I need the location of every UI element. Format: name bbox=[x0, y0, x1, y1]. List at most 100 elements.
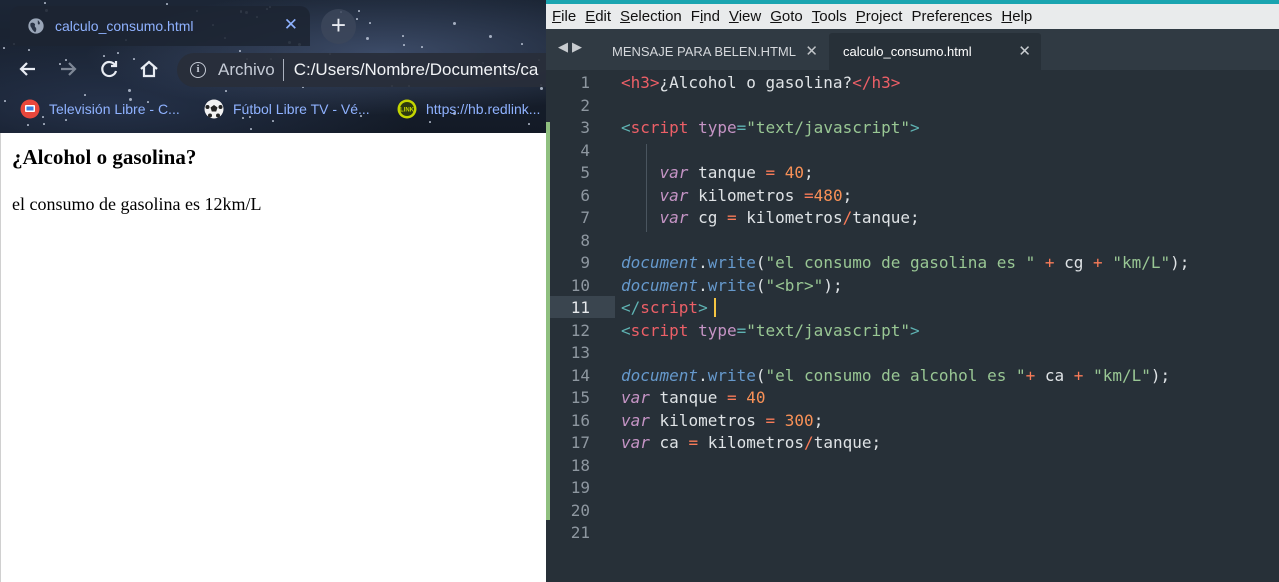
line-number: 3 bbox=[580, 118, 590, 137]
star-dot bbox=[453, 22, 456, 25]
code-token: "el consumo de alcohol es " bbox=[765, 365, 1026, 385]
menu-item[interactable]: Preferences bbox=[911, 8, 992, 25]
code-token: "text/javascript" bbox=[746, 118, 911, 137]
code-token: < bbox=[621, 320, 631, 340]
code-line: 15 var tanque = 40 bbox=[546, 387, 1279, 409]
menu-item-mnemonic: G bbox=[770, 8, 782, 25]
code-token: > bbox=[910, 320, 920, 340]
arrow-right-icon bbox=[61, 62, 77, 76]
code-line: 10 document.write("<br>"); bbox=[546, 275, 1279, 297]
page-output-text: el consumo de gasolina es 12km/L bbox=[12, 194, 262, 214]
bookmark-item[interactable]: Televisión Libre - C... bbox=[20, 99, 180, 119]
code-token: type bbox=[688, 118, 737, 137]
line-number: 6 bbox=[580, 185, 590, 205]
editor-tab-label: calculo_consumo.html bbox=[843, 44, 972, 59]
line-number: 16 bbox=[570, 410, 590, 430]
code-text: <script type="text/javascript"> bbox=[621, 320, 920, 342]
star-dot bbox=[366, 37, 369, 40]
forward-button[interactable] bbox=[56, 58, 80, 82]
code-editor-window: File Edit Selection Find View Goto Tools Projec… bbox=[546, 0, 1279, 582]
menu-item-text: F bbox=[690, 8, 700, 25]
code-token: script bbox=[630, 320, 689, 340]
code-token: var bbox=[621, 388, 650, 407]
menu-item[interactable]: Find bbox=[691, 8, 720, 25]
menu-item[interactable]: Project bbox=[856, 8, 903, 25]
code-token: 300 bbox=[784, 410, 814, 430]
menu-item[interactable]: View bbox=[729, 8, 761, 25]
menu-item-text: oto bbox=[781, 8, 803, 25]
info-icon[interactable]: i bbox=[190, 62, 206, 78]
tv-icon bbox=[20, 99, 40, 119]
line-number: 21 bbox=[570, 523, 590, 542]
code-line: 7 var cg = kilometros/tanque; bbox=[546, 207, 1279, 229]
star-dot bbox=[44, 2, 46, 4]
address-url[interactable]: C:/Users/Nombre/Documents/ca bbox=[294, 60, 539, 80]
editor-tab-close-button[interactable]: ✕ bbox=[1018, 42, 1031, 60]
menu-item[interactable]: Goto bbox=[770, 8, 803, 25]
address-separator bbox=[282, 59, 284, 81]
menu-item-mnemonic: S bbox=[620, 8, 631, 25]
code-token: = bbox=[726, 208, 737, 227]
menu-item[interactable]: Help bbox=[1001, 8, 1032, 25]
bookmark-item[interactable]: LINK https://hb.redlink... bbox=[397, 99, 540, 119]
code-token: > bbox=[910, 118, 920, 137]
browser-chrome: calculo_consumo.html ✕ + i Archivo C:/Us… bbox=[0, 0, 546, 133]
code-text: <script type="text/javascript"> bbox=[621, 117, 920, 139]
menu-item-text: election bbox=[630, 8, 682, 25]
star-dot bbox=[403, 44, 405, 46]
menu-item-text: dit bbox=[595, 8, 612, 25]
code-token: document bbox=[621, 365, 699, 385]
code-line: 13 bbox=[546, 342, 1279, 364]
menu-item[interactable]: Tools bbox=[812, 8, 847, 25]
line-number: 10 bbox=[570, 275, 590, 295]
code-token: . bbox=[698, 275, 708, 295]
reload-button[interactable] bbox=[97, 58, 121, 82]
code-text: <h3>¿Alcohol o gasolina?</h3> bbox=[621, 72, 900, 94]
code-token: + bbox=[1093, 253, 1103, 272]
code-token: </ bbox=[621, 298, 641, 317]
line-number: 20 bbox=[570, 500, 590, 520]
menu-item[interactable]: File bbox=[552, 8, 576, 25]
code-line: 9 document.write("el consumo de gasolina … bbox=[546, 252, 1279, 274]
star-dot bbox=[421, 46, 423, 48]
bookmark-label: Televisión Libre - C... bbox=[49, 101, 180, 117]
line-number: 1 bbox=[580, 73, 590, 92]
menu-item-text: ile bbox=[561, 8, 577, 25]
star-dot bbox=[369, 22, 371, 24]
code-text: var kilometros =480; bbox=[621, 185, 853, 207]
new-tab-button[interactable]: + bbox=[321, 9, 356, 44]
menu-item[interactable]: Selection bbox=[620, 8, 682, 25]
menu-item-text: Prefere bbox=[911, 8, 961, 25]
tab-close-button[interactable]: ✕ bbox=[284, 16, 298, 34]
address-bar[interactable]: i Archivo C:/Users/Nombre/Documents/ca bbox=[177, 53, 546, 87]
menu-item[interactable]: Edit bbox=[585, 8, 611, 25]
code-token: kilometros bbox=[649, 410, 766, 430]
bookmark-item[interactable]: Fútbol Libre TV - Vé... bbox=[204, 99, 370, 119]
code-token: "text/javascript" bbox=[746, 320, 911, 340]
home-icon bbox=[140, 60, 158, 78]
code-token: ; bbox=[813, 410, 824, 430]
tab-scroll-arrows[interactable]: ◀▶ bbox=[558, 40, 586, 55]
code-area[interactable]: 1 <h3>¿Alcohol o gasolina?</h3> 2 3 <script … bbox=[546, 70, 1279, 582]
line-number: 15 bbox=[570, 388, 590, 407]
editor-tab-active[interactable]: calculo_consumo.html ✕ bbox=[829, 33, 1041, 70]
line-number: 4 bbox=[580, 140, 590, 160]
code-token: = bbox=[765, 163, 776, 182]
browser-tab[interactable]: calculo_consumo.html ✕ bbox=[10, 6, 310, 46]
star-dot bbox=[225, 90, 227, 92]
home-button[interactable] bbox=[137, 58, 161, 82]
code-token: + bbox=[1025, 365, 1036, 385]
back-button[interactable] bbox=[16, 58, 40, 82]
code-token: ca bbox=[1035, 365, 1074, 385]
menu-item-text: elp bbox=[1012, 8, 1033, 25]
code-token: tanque bbox=[649, 388, 727, 407]
editor-tab-close-button[interactable]: ✕ bbox=[805, 42, 818, 60]
code-line: 20 bbox=[546, 500, 1279, 522]
editor-tab[interactable]: MENSAJE PARA BELEN.HTML ✕ bbox=[594, 33, 828, 70]
